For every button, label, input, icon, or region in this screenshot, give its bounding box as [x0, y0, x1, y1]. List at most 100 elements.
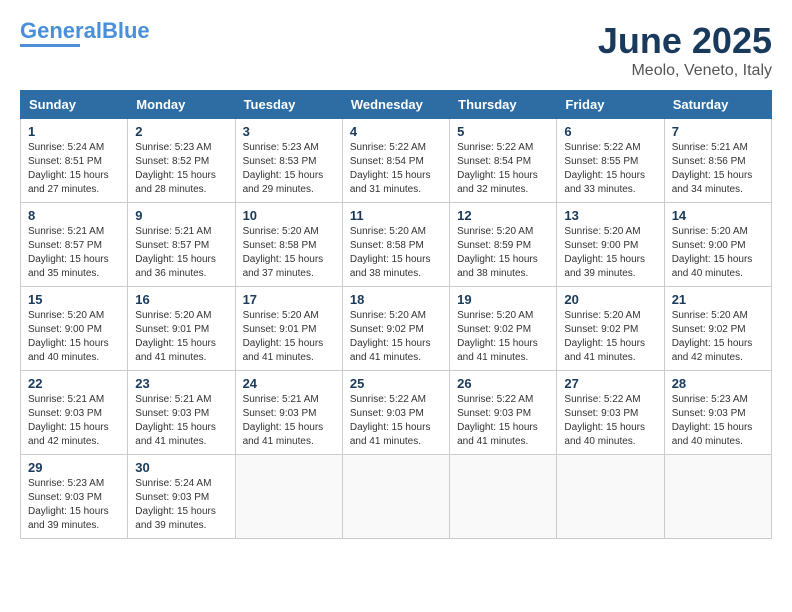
- day-number: 3: [243, 124, 335, 139]
- day-number: 12: [457, 208, 549, 223]
- day-info: Sunrise: 5:23 AM Sunset: 8:53 PM Dayligh…: [243, 141, 335, 197]
- calendar-cell: 22 Sunrise: 5:21 AM Sunset: 9:03 PM Dayli…: [21, 371, 128, 455]
- month-title: June 2025: [598, 20, 772, 62]
- day-info: Sunrise: 5:21 AM Sunset: 8:56 PM Dayligh…: [672, 141, 764, 197]
- day-number: 29: [28, 460, 120, 475]
- title-block: June 2025 Meolo, Veneto, Italy: [598, 20, 772, 80]
- calendar-cell: 13Sunrise: 5:20 AM Sunset: 9:00 PM Dayli…: [557, 203, 664, 287]
- day-number: 26: [457, 376, 549, 391]
- calendar-cell: 14 Sunrise: 5:20 AM Sunset: 9:00 PM Dayli…: [664, 203, 771, 287]
- calendar-cell: 7Sunrise: 5:21 AM Sunset: 8:56 PM Daylig…: [664, 119, 771, 203]
- calendar-cell: 15 Sunrise: 5:20 AM Sunset: 9:00 PM Dayli…: [21, 287, 128, 371]
- page-header: GeneralBlue June 2025 Meolo, Veneto, Ita…: [20, 20, 772, 80]
- logo-blue: Blue: [102, 18, 150, 43]
- day-number: 24: [243, 376, 335, 391]
- day-info: Sunrise: 5:20 AM Sunset: 9:02 PM Dayligh…: [564, 309, 656, 365]
- day-info: Sunrise: 5:20 AM Sunset: 9:02 PM Dayligh…: [672, 309, 764, 365]
- day-info: Sunrise: 5:22 AM Sunset: 8:54 PM Dayligh…: [457, 141, 549, 197]
- calendar-cell: 27Sunrise: 5:22 AM Sunset: 9:03 PM Dayli…: [557, 371, 664, 455]
- day-number: 20: [564, 292, 656, 307]
- weekday-header-thursday: Thursday: [450, 91, 557, 119]
- calendar-cell: 18 Sunrise: 5:20 AM Sunset: 9:02 PM Dayli…: [342, 287, 449, 371]
- weekday-header-friday: Friday: [557, 91, 664, 119]
- calendar-table: SundayMondayTuesdayWednesdayThursdayFrid…: [20, 90, 772, 539]
- day-number: 21: [672, 292, 764, 307]
- day-info: Sunrise: 5:20 AM Sunset: 9:00 PM Dayligh…: [564, 225, 656, 281]
- weekday-header-wednesday: Wednesday: [342, 91, 449, 119]
- day-info: Sunrise: 5:20 AM Sunset: 9:02 PM Dayligh…: [350, 309, 442, 365]
- day-number: 30: [135, 460, 227, 475]
- calendar-cell: 12Sunrise: 5:20 AM Sunset: 8:59 PM Dayli…: [450, 203, 557, 287]
- calendar-cell: 11 Sunrise: 5:20 AM Sunset: 8:58 PM Dayli…: [342, 203, 449, 287]
- day-info: Sunrise: 5:21 AM Sunset: 8:57 PM Dayligh…: [135, 225, 227, 281]
- logo-general: General: [20, 18, 102, 43]
- logo-text: GeneralBlue: [20, 20, 150, 42]
- day-info: Sunrise: 5:20 AM Sunset: 9:00 PM Dayligh…: [28, 309, 120, 365]
- calendar-cell: 30 Sunrise: 5:24 AM Sunset: 9:03 PM Dayli…: [128, 455, 235, 539]
- day-info: Sunrise: 5:23 AM Sunset: 9:03 PM Dayligh…: [672, 393, 764, 449]
- day-number: 11: [350, 208, 442, 223]
- weekday-header-row: SundayMondayTuesdayWednesdayThursdayFrid…: [21, 91, 772, 119]
- day-number: 22: [28, 376, 120, 391]
- calendar-cell: 23Sunrise: 5:21 AM Sunset: 9:03 PM Dayli…: [128, 371, 235, 455]
- day-number: 14: [672, 208, 764, 223]
- day-info: Sunrise: 5:24 AM Sunset: 9:03 PM Dayligh…: [135, 477, 227, 533]
- day-number: 4: [350, 124, 442, 139]
- day-number: 25: [350, 376, 442, 391]
- weekday-header-monday: Monday: [128, 91, 235, 119]
- location: Meolo, Veneto, Italy: [598, 62, 772, 80]
- calendar-cell: 16 Sunrise: 5:20 AM Sunset: 9:01 PM Dayli…: [128, 287, 235, 371]
- day-info: Sunrise: 5:20 AM Sunset: 8:58 PM Dayligh…: [243, 225, 335, 281]
- day-number: 10: [243, 208, 335, 223]
- calendar-cell: [557, 455, 664, 539]
- calendar-cell: [235, 455, 342, 539]
- day-number: 8: [28, 208, 120, 223]
- calendar-cell: 26 Sunrise: 5:22 AM Sunset: 9:03 PM Dayli…: [450, 371, 557, 455]
- calendar-cell: [342, 455, 449, 539]
- day-info: Sunrise: 5:20 AM Sunset: 9:01 PM Dayligh…: [135, 309, 227, 365]
- calendar-cell: [450, 455, 557, 539]
- day-info: Sunrise: 5:20 AM Sunset: 9:02 PM Dayligh…: [457, 309, 549, 365]
- day-info: Sunrise: 5:20 AM Sunset: 9:00 PM Dayligh…: [672, 225, 764, 281]
- day-info: Sunrise: 5:23 AM Sunset: 9:03 PM Dayligh…: [28, 477, 120, 533]
- day-number: 17: [243, 292, 335, 307]
- day-info: Sunrise: 5:21 AM Sunset: 9:03 PM Dayligh…: [135, 393, 227, 449]
- calendar-cell: 10 Sunrise: 5:20 AM Sunset: 8:58 PM Dayli…: [235, 203, 342, 287]
- calendar-cell: 4 Sunrise: 5:22 AM Sunset: 8:54 PM Daylig…: [342, 119, 449, 203]
- day-info: Sunrise: 5:21 AM Sunset: 9:03 PM Dayligh…: [28, 393, 120, 449]
- calendar-week-row: 1 Sunrise: 5:24 AM Sunset: 8:51 PM Daylig…: [21, 119, 772, 203]
- day-number: 15: [28, 292, 120, 307]
- day-info: Sunrise: 5:21 AM Sunset: 9:03 PM Dayligh…: [243, 393, 335, 449]
- calendar-cell: 21 Sunrise: 5:20 AM Sunset: 9:02 PM Dayli…: [664, 287, 771, 371]
- day-info: Sunrise: 5:24 AM Sunset: 8:51 PM Dayligh…: [28, 141, 120, 197]
- calendar-cell: 2 Sunrise: 5:23 AM Sunset: 8:52 PM Daylig…: [128, 119, 235, 203]
- calendar-week-row: 8 Sunrise: 5:21 AM Sunset: 8:57 PM Daylig…: [21, 203, 772, 287]
- calendar-cell: [664, 455, 771, 539]
- weekday-header-sunday: Sunday: [21, 91, 128, 119]
- day-info: Sunrise: 5:22 AM Sunset: 8:54 PM Dayligh…: [350, 141, 442, 197]
- day-number: 1: [28, 124, 120, 139]
- calendar-cell: 6Sunrise: 5:22 AM Sunset: 8:55 PM Daylig…: [557, 119, 664, 203]
- calendar-week-row: 29 Sunrise: 5:23 AM Sunset: 9:03 PM Dayli…: [21, 455, 772, 539]
- day-info: Sunrise: 5:22 AM Sunset: 9:03 PM Dayligh…: [457, 393, 549, 449]
- day-info: Sunrise: 5:20 AM Sunset: 8:58 PM Dayligh…: [350, 225, 442, 281]
- weekday-header-saturday: Saturday: [664, 91, 771, 119]
- calendar-cell: 1 Sunrise: 5:24 AM Sunset: 8:51 PM Daylig…: [21, 119, 128, 203]
- day-number: 6: [564, 124, 656, 139]
- day-number: 28: [672, 376, 764, 391]
- calendar-cell: 28 Sunrise: 5:23 AM Sunset: 9:03 PM Dayli…: [664, 371, 771, 455]
- calendar-cell: 24 Sunrise: 5:21 AM Sunset: 9:03 PM Dayli…: [235, 371, 342, 455]
- day-info: Sunrise: 5:22 AM Sunset: 9:03 PM Dayligh…: [564, 393, 656, 449]
- day-number: 16: [135, 292, 227, 307]
- day-info: Sunrise: 5:23 AM Sunset: 8:52 PM Dayligh…: [135, 141, 227, 197]
- day-number: 2: [135, 124, 227, 139]
- day-info: Sunrise: 5:21 AM Sunset: 8:57 PM Dayligh…: [28, 225, 120, 281]
- day-number: 18: [350, 292, 442, 307]
- calendar-week-row: 22 Sunrise: 5:21 AM Sunset: 9:03 PM Dayli…: [21, 371, 772, 455]
- day-info: Sunrise: 5:22 AM Sunset: 9:03 PM Dayligh…: [350, 393, 442, 449]
- calendar-cell: 8 Sunrise: 5:21 AM Sunset: 8:57 PM Daylig…: [21, 203, 128, 287]
- calendar-cell: 3 Sunrise: 5:23 AM Sunset: 8:53 PM Daylig…: [235, 119, 342, 203]
- calendar-cell: 17Sunrise: 5:20 AM Sunset: 9:01 PM Dayli…: [235, 287, 342, 371]
- weekday-header-tuesday: Tuesday: [235, 91, 342, 119]
- calendar-cell: 19Sunrise: 5:20 AM Sunset: 9:02 PM Dayli…: [450, 287, 557, 371]
